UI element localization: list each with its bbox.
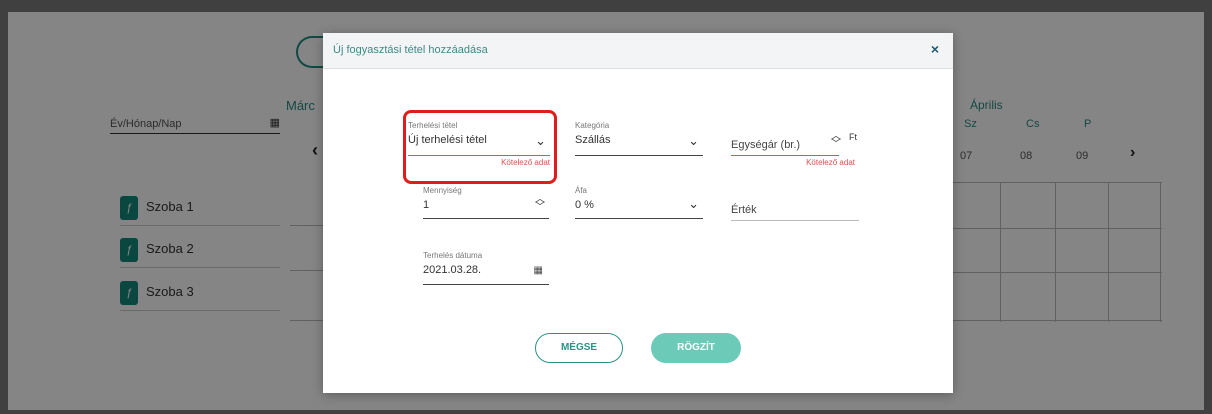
- dialog-title: Új fogyasztási tétel hozzáadása: [333, 44, 488, 56]
- highlight-annotation: [403, 110, 557, 184]
- chevron-down-icon[interactable]: ⌄: [688, 196, 699, 212]
- unit-price-error: Kötelező adat: [806, 158, 855, 167]
- stepper-icon[interactable]: ︿ ﹀: [831, 132, 841, 150]
- field-underline: [575, 155, 703, 156]
- amount-input[interactable]: Érték: [731, 186, 859, 222]
- stepper-icon[interactable]: ︿ ﹀: [535, 195, 545, 213]
- save-button[interactable]: RÖGZÍT: [651, 333, 741, 363]
- vat-label: Áfa: [575, 186, 588, 195]
- unit-price-input[interactable]: Egységár (br.) ︿ ﹀ Ft Kötelező adat: [731, 121, 859, 167]
- charge-date-value: 2021.03.28.: [423, 264, 482, 276]
- field-underline: [731, 220, 859, 221]
- amount-placeholder: Érték: [731, 204, 757, 216]
- charge-date-field[interactable]: Terhelés dátuma 2021.03.28. ▦: [423, 251, 549, 287]
- calendar-icon[interactable]: ▦: [534, 265, 543, 276]
- add-consumption-item-dialog: Új fogyasztási tétel hozzáadása × Terhel…: [323, 33, 953, 393]
- chevron-down-icon[interactable]: ⌄: [688, 133, 699, 149]
- close-icon[interactable]: ×: [931, 41, 939, 57]
- quantity-label: Mennyiség: [423, 186, 462, 195]
- currency-unit: Ft: [849, 132, 857, 142]
- category-label: Kategória: [575, 121, 610, 130]
- field-underline: [575, 218, 703, 219]
- field-underline: [423, 218, 549, 219]
- cancel-button[interactable]: MÉGSE: [535, 333, 623, 363]
- category-value: Szállás: [575, 134, 611, 146]
- quantity-stepper[interactable]: Mennyiség 1 ︿ ﹀: [423, 186, 549, 222]
- field-underline: [423, 284, 549, 285]
- field-underline: [731, 155, 839, 156]
- category-select[interactable]: Kategória Szállás ⌄: [575, 121, 703, 167]
- vat-select[interactable]: Áfa 0 % ⌄: [575, 186, 703, 222]
- charge-date-label: Terhelés dátuma: [423, 251, 483, 260]
- quantity-value: 1: [423, 199, 430, 211]
- vat-value: 0 %: [575, 199, 594, 211]
- dialog-header: Új fogyasztási tétel hozzáadása ×: [323, 33, 953, 69]
